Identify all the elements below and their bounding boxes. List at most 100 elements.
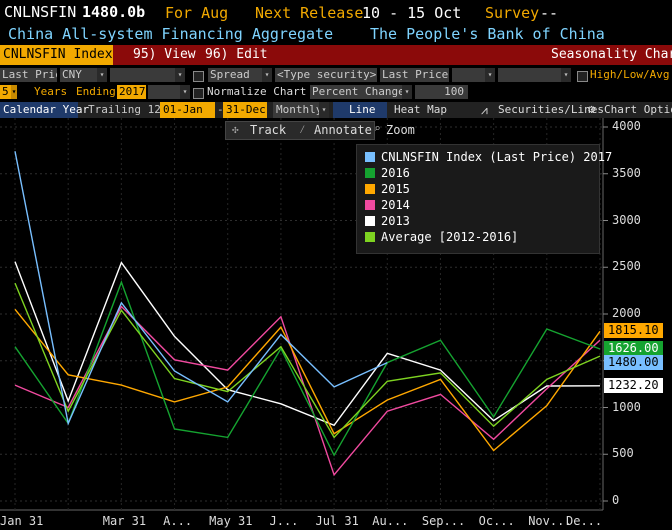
tab-calendar-year[interactable]: Calendar Year	[0, 102, 89, 118]
ending-select[interactable]: ▾	[148, 85, 190, 99]
y-tick-label: 1000	[612, 399, 641, 414]
tab-heat-map[interactable]: Heat Map	[390, 102, 470, 118]
chevron-down-icon: ▾	[402, 85, 412, 99]
annotate-icon: ⁄	[299, 123, 306, 136]
chevron-down-icon: ▾	[262, 68, 272, 82]
ending-label: Ending	[76, 85, 116, 98]
legend-label: CNLNSFIN Index (Last Price) 2017	[381, 150, 613, 164]
years-count-input[interactable]: 5 ▾	[0, 85, 17, 99]
last-value-tag: 1480.00	[604, 354, 663, 370]
type-security-placeholder: <Type security>	[277, 68, 377, 81]
controls-row-2: 5 ▾ Years Ending 2017 ▾ Normalize Chart P…	[0, 84, 672, 100]
annotate-button[interactable]: Annotate	[314, 123, 372, 137]
x-tick-label: Au...	[372, 514, 409, 528]
chevron-down-icon: ▾	[97, 68, 107, 82]
years-label: Years	[34, 85, 68, 98]
legend-swatch	[365, 232, 375, 242]
legend-swatch	[365, 152, 375, 162]
edit-menu[interactable]: 96) Edit	[205, 47, 268, 62]
chart-tools-bar: ✣ Track ⁄ Annotate ⌕ Zoom	[225, 121, 415, 140]
survey-value: --	[540, 4, 559, 22]
field-select-1-label: Last Price	[2, 68, 57, 81]
next-release-label: Next Release	[255, 4, 364, 22]
currency-select[interactable]: CNY ▾	[60, 68, 107, 82]
last-value: 1480.0b	[82, 3, 146, 21]
security-input[interactable]: CNLNSFIN Index	[0, 45, 113, 65]
header-description-bar: China All-system Financing Aggregate The…	[0, 24, 672, 44]
series-line-2016	[14, 280, 601, 457]
blank-select-3[interactable]: ▾	[498, 68, 571, 82]
x-tick-label: Oc...	[478, 514, 515, 528]
x-tick-label: May 31	[209, 514, 253, 528]
y-tick-label: 4000	[612, 119, 641, 133]
last-value-tag: 1815.10	[604, 323, 663, 339]
chart-legend: CNLNSFIN Index (Last Price) 2017 2016 2015…	[356, 144, 612, 254]
normalize-checkbox[interactable]	[193, 88, 204, 99]
legend-swatch	[365, 216, 375, 226]
ending-year-input[interactable]: 2017	[117, 85, 146, 99]
legend-label: 2016	[381, 166, 410, 180]
legend-label: 2013	[381, 214, 410, 228]
blank-select-1[interactable]: ▾	[110, 68, 185, 82]
view-menu[interactable]: 95) View	[133, 47, 196, 62]
x-tick-label: Mar 31	[102, 514, 147, 528]
blank-select-2[interactable]: ▾	[452, 68, 495, 82]
frequency-label: Monthly	[276, 103, 323, 116]
chevron-down-icon: ▾	[319, 102, 329, 118]
gear-icon: ⚙	[588, 102, 596, 116]
high-low-avg-checkbox[interactable]	[577, 71, 588, 82]
type-security-input[interactable]: <Type security>	[275, 68, 377, 82]
years-count-value: 5	[2, 85, 9, 98]
spread-label: Spread	[210, 68, 250, 81]
data-source: The People's Bank of China	[370, 25, 605, 43]
y-tick-label: 0	[612, 493, 620, 507]
spread-checkbox[interactable]	[193, 71, 204, 82]
last-value-tag: 1232.20	[604, 377, 663, 393]
track-icon: ✣	[232, 123, 239, 136]
end-date-input[interactable]: 31-Dec	[223, 102, 267, 118]
next-release-value: 10 - 15 Oct	[362, 4, 462, 22]
controls-row-1: Last Price CNY ▾ ▾ Spread ▾ <Type security…	[0, 67, 672, 83]
zoom-icon: ⌕	[374, 122, 381, 135]
legend-label: 2015	[381, 182, 410, 196]
zoom-button[interactable]: Zoom	[386, 123, 415, 137]
chart-area: ✣ Track ⁄ Annotate ⌕ Zoom CNLNSFIN Index…	[0, 118, 672, 530]
chevron-down-icon: ▾	[485, 68, 495, 82]
chevron-down-icon: ▾	[561, 68, 571, 82]
percent-change-label: Percent Change	[312, 85, 405, 98]
currency-label: CNY	[62, 68, 82, 81]
x-tick-label: Jan 31	[0, 514, 44, 528]
field-select-2-label: Last Price	[382, 68, 449, 81]
tab-trailing-12m[interactable]: Trailing 12M	[85, 102, 167, 118]
y-tick-label: 2000	[612, 306, 641, 320]
y-tick-label: 2500	[612, 259, 641, 274]
chart-options-button[interactable]: Chart Options	[601, 102, 672, 118]
tab-line[interactable]: Line	[333, 102, 387, 118]
series-description: China All-system Financing Aggregate	[8, 25, 334, 43]
chevron-down-icon: ▾	[175, 68, 185, 82]
ending-year-value: 2017	[119, 85, 146, 98]
track-button[interactable]: Track	[250, 123, 286, 137]
ticker-symbol: CNLNSFIN	[4, 3, 77, 21]
percent-value: 100	[444, 85, 464, 98]
percent-value-input[interactable]: 100	[415, 85, 468, 99]
securities-lines-button[interactable]: Securities/Lines	[495, 102, 604, 118]
percent-change-select[interactable]: Percent Change ▾	[310, 85, 412, 99]
chart-name: Seasonality Chart	[551, 47, 672, 62]
x-tick-label: A...	[163, 514, 193, 528]
normalize-label: Normalize Chart	[207, 85, 307, 98]
field-select-2[interactable]: Last Price	[380, 68, 449, 82]
legend-swatch	[365, 168, 375, 178]
legend-label: 2014	[381, 198, 410, 212]
spread-select[interactable]: Spread ▾	[208, 68, 272, 82]
y-tick-label: 3000	[612, 212, 641, 227]
legend-swatch	[365, 200, 375, 210]
legend-swatch	[365, 184, 375, 194]
chart-lines-icon: ⩘	[481, 103, 488, 117]
for-period: For Aug	[165, 4, 229, 22]
field-select-1[interactable]: Last Price	[0, 68, 57, 82]
survey-label: Survey	[485, 4, 540, 22]
x-tick-label: Sep...	[421, 514, 466, 528]
start-date-input[interactable]: 01-Jan	[160, 102, 215, 118]
x-tick-label: Jul 31	[315, 514, 359, 528]
